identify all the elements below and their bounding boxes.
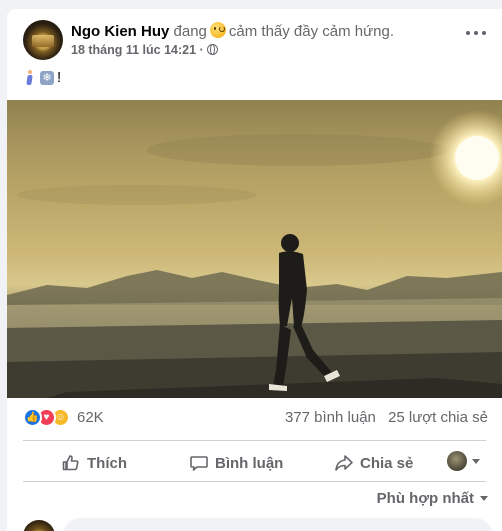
- sort-label: Phù hợp nhất: [376, 490, 474, 507]
- post-meta: 18 tháng 11 lúc 14:21 ·: [71, 43, 218, 57]
- comment-sort-dropdown[interactable]: Phù hợp nhất: [377, 490, 488, 507]
- author-avatar[interactable]: [23, 20, 63, 60]
- like-button[interactable]: Thích: [61, 453, 127, 473]
- comment-label: Bình luận: [215, 454, 284, 472]
- comment-bubble-icon: [190, 456, 208, 471]
- feeling-text[interactable]: cảm thấy đầy cảm hứng.: [229, 23, 394, 40]
- caption-text: !: [57, 69, 62, 86]
- reaction-count[interactable]: 62K: [77, 409, 104, 426]
- reactions-summary[interactable]: 👍 ♥ ☺ 62K: [23, 408, 104, 427]
- comment-input[interactable]: [63, 518, 493, 531]
- divider: [23, 481, 486, 482]
- inspired-emoji-icon: [209, 22, 226, 38]
- thumbs-up-icon: [62, 455, 79, 471]
- sunset-photo-illustration: [7, 100, 502, 398]
- share-arrow-icon: [335, 455, 353, 471]
- person-walking-icon: [23, 69, 37, 86]
- post-header-line: Ngo Kien Huy đang cảm thấy đầy cảm hứng.: [71, 22, 394, 40]
- like-reaction-icon: 👍: [23, 408, 42, 427]
- chevron-down-icon: [472, 458, 480, 464]
- author-name[interactable]: Ngo Kien Huy: [71, 23, 169, 40]
- avatar: [447, 451, 467, 471]
- post-card: Ngo Kien Huy đang cảm thấy đầy cảm hứng. …: [7, 9, 502, 531]
- more-options-icon[interactable]: [466, 29, 486, 37]
- share-button[interactable]: Chia sẻ: [334, 453, 413, 473]
- snowflake-icon: ❄: [40, 70, 54, 85]
- like-label: Thích: [87, 454, 127, 472]
- divider: [23, 440, 486, 441]
- feeling-prefix: đang: [173, 23, 207, 40]
- post-timestamp[interactable]: 18 tháng 11 lúc 14:21: [71, 43, 196, 57]
- post-as-selector[interactable]: [447, 451, 480, 471]
- engagement-stats: 377 bình luận 25 lượt chia sẻ: [285, 409, 488, 426]
- globe-icon[interactable]: [206, 44, 218, 55]
- post-caption: ❄ !: [23, 69, 61, 86]
- share-label: Chia sẻ: [360, 454, 414, 472]
- post-actions-bar: Thích Bình luận Chia sẻ: [23, 445, 486, 481]
- comment-count[interactable]: 377 bình luận: [285, 409, 376, 426]
- comment-button[interactable]: Bình luận: [189, 453, 283, 473]
- commenter-avatar: [23, 520, 55, 531]
- chevron-down-icon: [480, 496, 488, 501]
- share-count[interactable]: 25 lượt chia sẻ: [388, 409, 488, 426]
- post-photo[interactable]: [7, 100, 502, 398]
